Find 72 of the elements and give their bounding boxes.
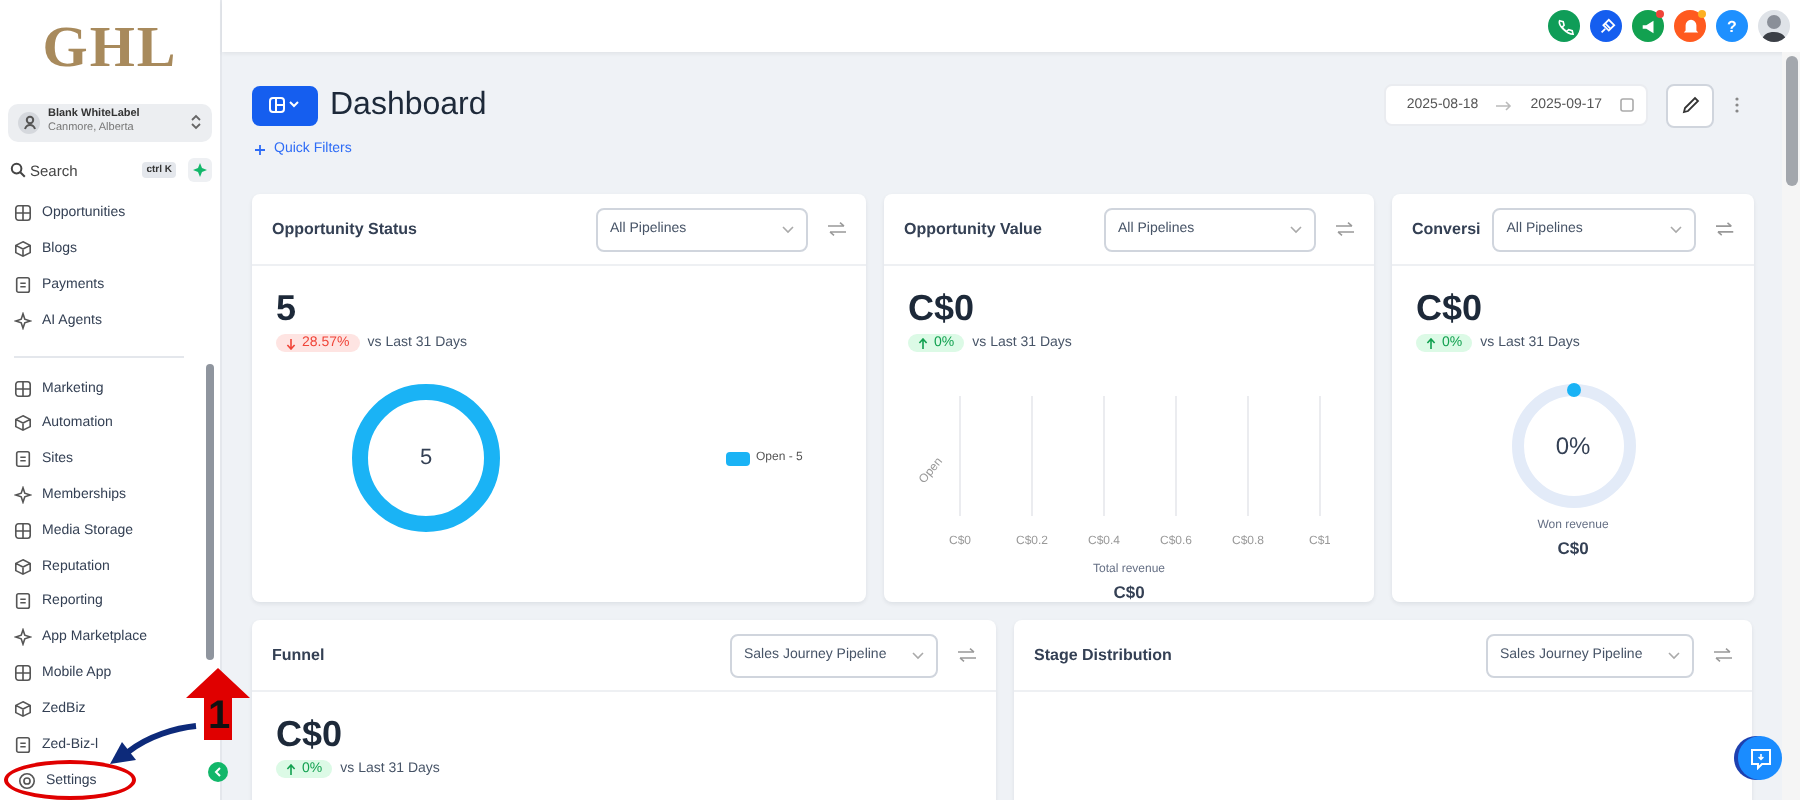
cube-icon	[14, 414, 32, 433]
phone-button[interactable]	[1548, 10, 1580, 42]
plus-icon	[254, 143, 266, 155]
sparkle-icon	[14, 486, 32, 505]
grid-icon	[14, 379, 32, 398]
edit-button[interactable]	[1666, 83, 1714, 127]
chevron-down-icon	[912, 651, 924, 659]
megaphone-button[interactable]	[1632, 10, 1664, 42]
metric-value: C$0	[1416, 286, 1485, 330]
page-title: Dashboard	[330, 87, 487, 123]
arrow-right-icon	[1496, 99, 1513, 111]
chevron-down-icon	[1668, 651, 1680, 659]
logo: GHL	[40, 14, 180, 84]
swap-icon[interactable]	[958, 648, 976, 662]
receipt-icon	[14, 450, 32, 469]
chat-button[interactable]	[1738, 736, 1782, 780]
legend-swatch	[726, 451, 750, 465]
receipt-icon	[14, 276, 32, 295]
sparkle-icon	[14, 628, 32, 647]
sort-caret-icon	[190, 112, 202, 133]
layout-icon	[267, 96, 303, 114]
metric-value: C$0	[276, 712, 345, 756]
scrollbar[interactable]	[1786, 56, 1798, 186]
card-title: Funnel	[272, 646, 327, 664]
chevron-down-icon	[782, 225, 794, 233]
card-title: Opportunity Status	[272, 220, 419, 238]
card-title: Opportunity Value	[904, 220, 1044, 238]
more-icon[interactable]	[1734, 96, 1740, 114]
pencil-icon	[1681, 96, 1699, 114]
user-icon	[18, 111, 40, 134]
chat-icon	[1749, 747, 1771, 769]
cube-icon	[14, 557, 32, 576]
metric-value: C$0	[908, 286, 977, 330]
donut-total: 5	[417, 444, 435, 472]
bell-button[interactable]	[1674, 10, 1706, 42]
step-arrow	[184, 666, 252, 742]
chevron-down-icon	[1290, 225, 1302, 233]
gauge-percent: 0%	[1553, 432, 1593, 460]
metric-value: 5	[276, 286, 299, 330]
layout-button[interactable]	[252, 85, 318, 125]
summary-value: C$0	[1111, 582, 1147, 602]
bell-icon	[1681, 17, 1699, 35]
swap-icon[interactable]	[1714, 648, 1732, 662]
satellite-icon	[1597, 17, 1615, 35]
swap-icon[interactable]	[1716, 222, 1734, 236]
sparkle-button[interactable]	[188, 158, 212, 183]
card-title: Conversi	[1412, 220, 1481, 238]
pointer-arrow	[104, 720, 200, 768]
receipt-icon	[14, 592, 32, 611]
sparkle-icon	[14, 311, 32, 330]
settings-icon	[18, 771, 36, 789]
megaphone-icon	[1639, 17, 1657, 35]
avatar[interactable]	[1758, 10, 1790, 42]
chevron-left-icon	[212, 766, 224, 778]
step-number: 1	[208, 694, 231, 738]
satellite-button[interactable]	[1590, 10, 1622, 42]
phone-icon	[1555, 17, 1573, 35]
calendar-icon	[1620, 98, 1634, 112]
card-title: Stage Distribution	[1034, 646, 1174, 664]
grid-icon	[14, 664, 32, 682]
cube-icon	[14, 240, 32, 259]
swap-icon[interactable]	[828, 222, 846, 236]
grid-icon	[14, 204, 32, 223]
search-icon	[10, 162, 26, 179]
chevron-down-icon	[1670, 225, 1683, 233]
cube-icon	[14, 699, 32, 718]
collapse-button[interactable]	[208, 762, 228, 782]
grid-icon	[14, 521, 32, 540]
summary-value: C$0	[1555, 538, 1591, 558]
scrollbar[interactable]	[206, 364, 214, 660]
receipt-icon	[14, 735, 32, 754]
swap-icon[interactable]	[1336, 222, 1354, 236]
